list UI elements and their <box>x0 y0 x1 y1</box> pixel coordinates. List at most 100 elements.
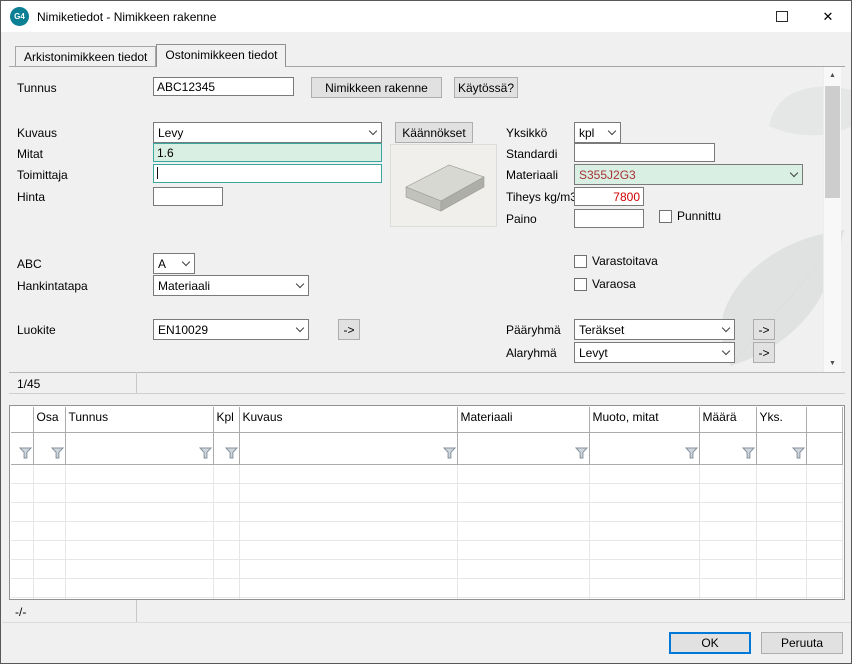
column-header-muoto_mitat[interactable]: Muoto, mitat <box>589 407 699 433</box>
column-header-tunnus[interactable]: Tunnus <box>65 407 213 433</box>
table-cell <box>756 522 806 541</box>
table-row[interactable] <box>11 579 843 598</box>
table-cell <box>756 579 806 598</box>
filter-funnel-icon[interactable] <box>685 447 698 462</box>
tiheys-input[interactable] <box>574 187 644 206</box>
filter-funnel-icon[interactable] <box>19 447 32 462</box>
paaryhma-open-button[interactable]: -> <box>753 319 775 340</box>
column-header-kuvaus[interactable]: Kuvaus <box>239 407 457 433</box>
close-button[interactable]: ✕ <box>805 1 851 32</box>
table-row[interactable] <box>11 503 843 522</box>
tab-arkistonimikkeen-tiedot[interactable]: Arkistonimikkeen tiedot <box>15 46 156 66</box>
filter-cell-maara[interactable] <box>699 433 756 465</box>
table-cell <box>589 541 699 560</box>
table-cell <box>806 503 843 522</box>
punnittu-checkbox[interactable]: Punnittu <box>659 209 721 223</box>
hankintatapa-dropdown[interactable]: Materiaali <box>153 275 309 296</box>
alaryhma-value: Levyt <box>575 346 718 360</box>
table-cell <box>239 579 457 598</box>
luokite-open-button[interactable]: -> <box>338 319 360 340</box>
table-cell <box>239 522 457 541</box>
kaytossa-button[interactable]: Käytössä? <box>454 77 518 98</box>
standardi-input[interactable] <box>574 143 715 162</box>
filter-cell-tunnus[interactable] <box>65 433 213 465</box>
table-record-count: -/- <box>15 605 26 619</box>
table-row[interactable] <box>11 465 843 484</box>
table-cell <box>239 598 457 601</box>
filter-cell-kuvaus[interactable] <box>239 433 457 465</box>
table-cell <box>33 541 65 560</box>
scroll-up-arrow[interactable]: ▲ <box>824 67 841 84</box>
filter-cell-selector[interactable] <box>11 433 33 465</box>
column-header-yks[interactable]: Yks. <box>756 407 806 433</box>
maximize-button[interactable] <box>759 1 805 32</box>
hinta-label: Hinta <box>17 190 45 204</box>
table-cell <box>806 465 843 484</box>
vertical-scrollbar[interactable]: ▲ ▼ <box>823 67 841 372</box>
ok-button[interactable]: OK <box>669 632 751 654</box>
peruuta-button[interactable]: Peruuta <box>761 632 843 654</box>
filter-funnel-icon[interactable] <box>225 447 238 462</box>
filter-funnel-icon[interactable] <box>742 447 755 462</box>
table-row[interactable] <box>11 560 843 579</box>
luokite-dropdown[interactable]: EN10029 <box>153 319 309 340</box>
filter-funnel-icon[interactable] <box>199 447 212 462</box>
filter-cell-osa[interactable] <box>33 433 65 465</box>
yksikko-dropdown[interactable]: kpl <box>574 122 621 143</box>
alaryhma-open-button[interactable]: -> <box>753 342 775 363</box>
table-cell <box>65 541 213 560</box>
nimikkeen-rakenne-button[interactable]: Nimikkeen rakenne <box>311 77 442 98</box>
filter-cell-kpl[interactable] <box>213 433 239 465</box>
mitat-input[interactable] <box>153 143 382 162</box>
table-row[interactable] <box>11 522 843 541</box>
alaryhma-dropdown[interactable]: Levyt <box>574 342 735 363</box>
abc-value: A <box>154 257 178 271</box>
table-cell <box>11 541 33 560</box>
table-cell <box>699 579 756 598</box>
paino-input[interactable] <box>574 209 644 228</box>
filter-funnel-icon[interactable] <box>575 447 588 462</box>
table-cell <box>699 503 756 522</box>
paaryhma-label: Pääryhmä <box>506 323 561 337</box>
tab-ostonimikkeen-tiedot[interactable]: Ostonimikkeen tiedot <box>156 44 286 67</box>
paaryhma-dropdown[interactable]: Teräkset <box>574 319 735 340</box>
varaosa-checkbox[interactable]: Varaosa <box>574 277 636 291</box>
table-cell <box>11 484 33 503</box>
table-cell <box>11 560 33 579</box>
table-cell <box>756 560 806 579</box>
scroll-down-arrow[interactable]: ▼ <box>824 355 841 372</box>
kuvaus-label: Kuvaus <box>17 126 57 140</box>
table-cell <box>806 579 843 598</box>
column-header-kpl[interactable]: Kpl <box>213 407 239 433</box>
kaannokset-button[interactable]: Käännökset <box>395 122 473 143</box>
table-row[interactable] <box>11 484 843 503</box>
app-logo-icon: G4 <box>10 7 29 26</box>
filter-funnel-icon[interactable] <box>443 447 456 462</box>
materiaali-dropdown[interactable]: S355J2G3 <box>574 164 803 185</box>
table-cell <box>457 522 589 541</box>
scroll-thumb[interactable] <box>825 86 840 198</box>
column-header-selector[interactable] <box>11 407 33 433</box>
column-header-osa[interactable]: Osa <box>33 407 65 433</box>
filter-cell-muoto_mitat[interactable] <box>589 433 699 465</box>
column-header-materiaali[interactable]: Materiaali <box>457 407 589 433</box>
filter-funnel-icon[interactable] <box>51 447 64 462</box>
table-row[interactable] <box>11 541 843 560</box>
kuvaus-value: Levy <box>154 126 365 140</box>
table-cell <box>33 522 65 541</box>
toimittaja-label: Toimittaja <box>17 168 68 182</box>
standardi-label: Standardi <box>506 147 557 161</box>
kuvaus-dropdown[interactable]: Levy <box>153 122 382 143</box>
tunnus-input[interactable] <box>153 77 294 96</box>
filter-cell-materiaali[interactable] <box>457 433 589 465</box>
column-header-maara[interactable]: Määrä <box>699 407 756 433</box>
hinta-input[interactable] <box>153 187 223 206</box>
alaryhma-label: Alaryhmä <box>506 346 557 360</box>
abc-dropdown[interactable]: A <box>153 253 195 274</box>
varastoitava-checkbox[interactable]: Varastoitava <box>574 254 658 268</box>
toimittaja-input[interactable] <box>153 164 382 183</box>
filter-funnel-icon[interactable] <box>792 447 805 462</box>
table-cell <box>33 465 65 484</box>
table-cell <box>457 465 589 484</box>
filter-cell-yks[interactable] <box>756 433 806 465</box>
